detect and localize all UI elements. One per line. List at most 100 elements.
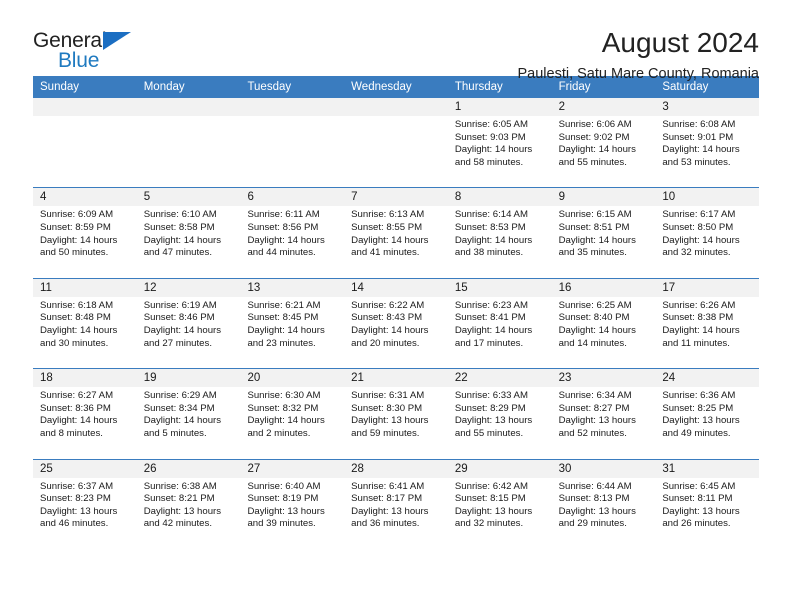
day-sun-info: Sunrise: 6:37 AM Sunset: 8:23 PM Daylight:… <box>33 478 137 531</box>
day-info-line: and 35 minutes. <box>558 247 627 259</box>
day-info-line: Sunset: 8:11 PM <box>662 493 733 505</box>
calendar-day-cell[interactable]: 22 Sunrise: 6:33 AM Sunset: 8:29 PM Dayligh… <box>447 369 552 459</box>
calendar-day-cell[interactable]: 31 Sunrise: 6:45 AM Sunset: 8:11 PM Dayligh… <box>655 459 760 549</box>
calendar-day-cell[interactable]: 5 Sunrise: 6:10 AM Sunset: 8:58 PM Daylight… <box>136 188 241 278</box>
calendar-day-cell[interactable]: 27 Sunrise: 6:40 AM Sunset: 8:19 PM Dayligh… <box>240 459 345 549</box>
day-info-line: Daylight: 14 hours <box>247 324 325 336</box>
calendar-day-cell[interactable]: 15 Sunrise: 6:23 AM Sunset: 8:41 PM Dayligh… <box>447 278 552 369</box>
day-number: 1 <box>447 98 552 116</box>
day-sun-info: Sunrise: 6:23 AM Sunset: 8:41 PM Daylight:… <box>448 297 552 350</box>
day-info-line: Sunrise: 6:45 AM <box>662 480 736 492</box>
day-sun-info <box>344 116 448 119</box>
day-info-line: Sunset: 8:38 PM <box>662 312 734 324</box>
calendar-day-cell[interactable]: 24 Sunrise: 6:36 AM Sunset: 8:25 PM Dayligh… <box>655 369 760 459</box>
calendar-day-cell[interactable]: 23 Sunrise: 6:34 AM Sunset: 8:27 PM Dayligh… <box>551 369 656 459</box>
calendar-day-cell[interactable]: 28 Sunrise: 6:41 AM Sunset: 8:17 PM Dayligh… <box>344 459 448 549</box>
day-info-line: Sunrise: 6:27 AM <box>40 390 114 402</box>
calendar-day-cell[interactable]: 30 Sunrise: 6:44 AM Sunset: 8:13 PM Dayligh… <box>551 459 656 549</box>
day-number <box>136 98 241 116</box>
day-sun-info: Sunrise: 6:41 AM Sunset: 8:17 PM Daylight:… <box>344 478 448 531</box>
calendar-day-cell[interactable]: 10 Sunrise: 6:17 AM Sunset: 8:50 PM Dayligh… <box>655 188 760 278</box>
day-number: 17 <box>655 278 760 297</box>
calendar-week-row: 4 Sunrise: 6:09 AM Sunset: 8:59 PM Daylight… <box>33 187 760 278</box>
calendar-day-cell[interactable]: 1 Sunrise: 6:05 AM Sunset: 9:03 PM Daylight… <box>447 98 552 188</box>
day-info-line: Daylight: 14 hours <box>143 234 222 246</box>
page-header: General Blue August 2024 Paulesti, Satu … <box>33 0 759 83</box>
day-number: 28 <box>344 459 448 478</box>
general-blue-logo[interactable]: General Blue <box>33 28 153 80</box>
day-info-line: Sunrise: 6:13 AM <box>351 209 425 221</box>
calendar-day-cell[interactable]: 2 Sunrise: 6:06 AM Sunset: 9:02 PM Daylight… <box>551 98 656 188</box>
calendar-day-cell[interactable]: 20 Sunrise: 6:30 AM Sunset: 8:32 PM Dayligh… <box>240 369 345 459</box>
calendar-day-cell[interactable]: 13 Sunrise: 6:21 AM Sunset: 8:45 PM Dayligh… <box>240 278 345 369</box>
calendar-day-cell[interactable]: 18 Sunrise: 6:27 AM Sunset: 8:36 PM Dayligh… <box>33 369 137 459</box>
day-info-line: Sunset: 8:50 PM <box>662 221 734 233</box>
calendar-day-cell[interactable]: 14 Sunrise: 6:22 AM Sunset: 8:43 PM Dayligh… <box>344 278 448 369</box>
day-info-line: Daylight: 14 hours <box>351 324 429 336</box>
calendar-day-cell[interactable]: 12 Sunrise: 6:19 AM Sunset: 8:46 PM Dayligh… <box>136 278 241 369</box>
day-info-line: Sunset: 8:34 PM <box>143 402 215 414</box>
day-number: 24 <box>655 369 760 388</box>
calendar-day-cell[interactable]: 29 Sunrise: 6:42 AM Sunset: 8:15 PM Dayligh… <box>447 459 552 549</box>
day-info-line: Sunrise: 6:06 AM <box>558 119 632 130</box>
calendar-day-cell[interactable]: 4 Sunrise: 6:09 AM Sunset: 8:59 PM Daylight… <box>33 188 137 278</box>
calendar-day-cell[interactable]: 9 Sunrise: 6:15 AM Sunset: 8:51 PM Daylight… <box>551 188 656 278</box>
day-info-line: Sunset: 8:27 PM <box>558 402 630 414</box>
day-number: 2 <box>551 98 656 116</box>
calendar-day-cell[interactable]: 16 Sunrise: 6:25 AM Sunset: 8:40 PM Dayligh… <box>551 278 656 369</box>
day-sun-info: Sunrise: 6:11 AM Sunset: 8:56 PM Daylight:… <box>240 206 344 259</box>
day-sun-info: Sunrise: 6:05 AM Sunset: 9:03 PM Daylight:… <box>448 116 552 169</box>
day-number: 16 <box>551 278 656 297</box>
calendar-day-cell[interactable]: 8 Sunrise: 6:14 AM Sunset: 8:53 PM Daylight… <box>447 188 552 278</box>
day-sun-info: Sunrise: 6:34 AM Sunset: 8:27 PM Daylight:… <box>552 387 656 440</box>
day-sun-info: Sunrise: 6:45 AM Sunset: 8:11 PM Daylight:… <box>655 478 759 531</box>
day-info-line: Sunrise: 6:36 AM <box>662 390 736 402</box>
day-info-line: Sunset: 9:01 PM <box>662 131 734 143</box>
calendar-day-cell[interactable]: 6 Sunrise: 6:11 AM Sunset: 8:56 PM Daylight… <box>240 188 345 278</box>
day-info-line: Sunset: 8:23 PM <box>40 493 111 505</box>
calendar-day-cell-empty <box>344 98 448 188</box>
calendar-day-cell[interactable]: 7 Sunrise: 6:13 AM Sunset: 8:55 PM Daylight… <box>344 188 448 278</box>
day-info-line: Sunset: 8:59 PM <box>40 221 111 233</box>
calendar-day-cell[interactable]: 11 Sunrise: 6:18 AM Sunset: 8:48 PM Dayligh… <box>33 278 137 369</box>
day-info-line: Sunrise: 6:38 AM <box>143 480 217 492</box>
day-info-line: Daylight: 13 hours <box>40 505 118 517</box>
day-info-line: Sunset: 9:02 PM <box>558 131 630 143</box>
calendar-day-cell[interactable]: 25 Sunrise: 6:37 AM Sunset: 8:23 PM Dayligh… <box>33 459 137 549</box>
day-info-line: and 55 minutes. <box>558 156 627 168</box>
day-info-line: and 11 minutes. <box>662 337 730 349</box>
calendar-day-cell[interactable]: 21 Sunrise: 6:31 AM Sunset: 8:30 PM Dayligh… <box>344 369 448 459</box>
day-info-line: Daylight: 14 hours <box>558 144 636 156</box>
day-number: 12 <box>136 278 241 297</box>
day-sun-info: Sunrise: 6:42 AM Sunset: 8:15 PM Daylight:… <box>448 478 552 531</box>
day-info-line: Sunrise: 6:18 AM <box>40 299 114 311</box>
triangle-icon <box>103 32 131 50</box>
day-info-line: Daylight: 14 hours <box>40 415 118 427</box>
day-info-line: and 27 minutes. <box>143 337 212 349</box>
day-number: 29 <box>447 459 552 478</box>
day-info-line: Daylight: 14 hours <box>247 415 325 427</box>
day-info-line: Sunrise: 6:23 AM <box>454 299 528 311</box>
calendar-day-cell[interactable]: 3 Sunrise: 6:08 AM Sunset: 9:01 PM Daylight… <box>655 98 760 188</box>
calendar-day-cell[interactable]: 19 Sunrise: 6:29 AM Sunset: 8:34 PM Dayligh… <box>136 369 241 459</box>
day-info-line: Daylight: 14 hours <box>454 234 533 246</box>
day-info-line: Sunset: 8:25 PM <box>662 402 734 414</box>
day-info-line: and 49 minutes. <box>662 427 731 439</box>
title-block: August 2024 Paulesti, Satu Mare County, … <box>517 28 759 83</box>
day-info-line: Sunrise: 6:41 AM <box>351 480 425 492</box>
day-sun-info: Sunrise: 6:27 AM Sunset: 8:36 PM Daylight:… <box>33 387 137 440</box>
day-number: 25 <box>33 459 137 478</box>
day-info-line: Daylight: 13 hours <box>558 415 636 427</box>
day-sun-info: Sunrise: 6:44 AM Sunset: 8:13 PM Daylight:… <box>552 478 656 531</box>
day-info-line: and 55 minutes. <box>454 427 524 439</box>
day-number <box>344 98 448 116</box>
day-number: 30 <box>551 459 656 478</box>
day-sun-info: Sunrise: 6:17 AM Sunset: 8:50 PM Daylight:… <box>655 206 759 259</box>
day-info-line: Sunset: 8:17 PM <box>351 493 423 505</box>
day-sun-info: Sunrise: 6:31 AM Sunset: 8:30 PM Daylight:… <box>344 387 448 440</box>
calendar-day-cell[interactable]: 17 Sunrise: 6:26 AM Sunset: 8:38 PM Dayligh… <box>655 278 760 369</box>
day-info-line: Sunrise: 6:21 AM <box>247 299 321 311</box>
calendar-day-cell[interactable]: 26 Sunrise: 6:38 AM Sunset: 8:21 PM Dayligh… <box>136 459 241 549</box>
day-info-line: Sunset: 8:32 PM <box>247 402 319 414</box>
calendar-day-cell-empty <box>240 98 345 188</box>
